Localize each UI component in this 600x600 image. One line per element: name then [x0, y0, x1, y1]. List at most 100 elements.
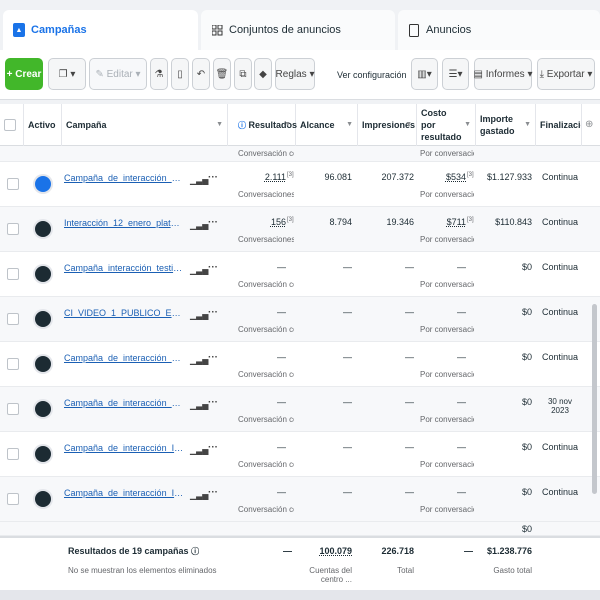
more-options-icon[interactable]: ···	[208, 397, 218, 408]
col-campaign[interactable]: Campaña ▼	[62, 104, 228, 146]
add-column-icon[interactable]: ⊕	[585, 119, 593, 130]
bar-chart-icon[interactable]: ▁▃▅	[190, 491, 208, 500]
totals-row: Resultados de 19 campañas ⓘ No se muestr…	[0, 536, 600, 590]
campaign-name-link[interactable]: Campaña_de_interacción_Video_1_seg...	[64, 353, 184, 363]
select-all-checkbox[interactable]	[4, 119, 16, 131]
more-options-icon[interactable]: ···	[208, 442, 218, 453]
breakdown-icon: ☰	[448, 68, 458, 80]
clipboard-button[interactable]: ▯	[171, 58, 189, 90]
rules-button[interactable]: Reglas ▾	[275, 58, 315, 90]
active-toggle[interactable]	[33, 174, 53, 194]
bar-chart-icon[interactable]: ▁▃▅	[190, 446, 208, 455]
bar-chart-icon[interactable]: ▁▃▅	[190, 221, 208, 230]
col-reach[interactable]: Alcance ▼	[296, 104, 358, 146]
active-toggle[interactable]	[33, 489, 53, 509]
delete-button[interactable]: 🗑	[213, 58, 231, 90]
select-all[interactable]	[0, 104, 24, 146]
row-checkbox[interactable]	[7, 448, 19, 460]
export-button[interactable]: ⤓ Exportar ▾	[537, 58, 595, 90]
active-toggle[interactable]	[33, 309, 53, 329]
table-row[interactable]: Campaña_interacción_testimonio_Daniel...…	[0, 252, 600, 297]
table-row[interactable]: Campaña_de_interacción_Imagen_2_seg... ▁▃…	[0, 477, 600, 522]
more-options-icon[interactable]: ···	[208, 217, 218, 228]
bar-chart-icon[interactable]: ▁▃▅	[190, 176, 208, 185]
reach-value: —	[343, 397, 352, 407]
breakdown-button[interactable]: ☰ ▾	[442, 58, 469, 90]
duplicate-button[interactable]: ❐ ▾	[48, 58, 86, 90]
campaign-name-link[interactable]: CI_VIDEO_1_PUBLICO_ESPECIFICO_18_...	[64, 308, 184, 318]
active-toggle[interactable]	[33, 219, 53, 239]
results-value: —	[277, 307, 286, 317]
row-checkbox[interactable]	[7, 493, 19, 505]
row-checkbox[interactable]	[7, 313, 19, 325]
campaign-name-link[interactable]: Campaña_interacción_testimonio_Daniel...	[64, 263, 184, 273]
flask-icon: ⚗	[154, 68, 164, 80]
more-options-icon[interactable]: ···	[208, 262, 218, 273]
preview-button[interactable]: ⧉	[234, 58, 252, 90]
table-row[interactable]: Campaña_de_interacción_segmentación... ▁▃…	[0, 162, 600, 207]
table-row[interactable]: Campaña_de_interacción_Video_1_seg... ▁▃▅…	[0, 387, 600, 432]
row-checkbox[interactable]	[7, 358, 19, 370]
col-active[interactable]: Activo	[24, 104, 62, 146]
bar-chart-icon[interactable]: ▁▃▅	[190, 356, 208, 365]
table-row[interactable]: Campaña_de_interacción_Imagen_2_seg... ▁▃…	[0, 432, 600, 477]
bar-chart-icon[interactable]: ▁▃▅	[190, 266, 208, 275]
col-end[interactable]: Finalizació	[536, 104, 582, 146]
row-checkbox[interactable]	[7, 223, 19, 235]
columns-button[interactable]: ▥ ▾	[411, 58, 438, 90]
tag-button[interactable]: ◆	[254, 58, 272, 90]
table-row[interactable]: CI_VIDEO_1_PUBLICO_ESPECIFICO_18_... ▁▃▅·…	[0, 297, 600, 342]
col-amount-spent[interactable]: Importe gastado ▼	[476, 104, 536, 146]
reach-value: —	[343, 487, 352, 497]
more-options-icon[interactable]: ···	[208, 307, 218, 318]
campaign-name-link[interactable]: Interacción_12_enero_plataforma_mi_de...	[64, 218, 184, 228]
horizontal-scrollbar[interactable]	[0, 590, 600, 600]
col-impressions[interactable]: Impresiones ▼	[358, 104, 417, 146]
tab-ad-sets[interactable]: Conjuntos de anuncios	[201, 10, 395, 50]
active-toggle[interactable]	[33, 354, 53, 374]
more-options-icon[interactable]: ···	[208, 172, 218, 183]
results-value[interactable]: 156	[234, 217, 286, 227]
impressions-value: —	[405, 397, 414, 407]
cost-subtext: Por conversación co...	[420, 505, 474, 514]
results-value[interactable]: 2.111	[234, 172, 286, 182]
vertical-scrollbar[interactable]	[592, 304, 597, 494]
more-options-icon[interactable]: ···	[208, 352, 218, 363]
row-checkbox[interactable]	[7, 178, 19, 190]
reports-button[interactable]: ▤ Informes ▾	[474, 58, 532, 90]
bar-chart-icon[interactable]: ▁▃▅	[190, 311, 208, 320]
campaign-name-link[interactable]: Campaña_de_interacción_Imagen_2_seg...	[64, 443, 184, 453]
undo-button[interactable]: ↶	[192, 58, 210, 90]
undo-icon: ↶	[196, 68, 206, 80]
campaigns-table: Activo Campaña ▼ ⓘ Resultados ▼ Alcance ▼ I…	[0, 104, 600, 536]
footnote-marker: [3]	[287, 217, 294, 223]
col-results[interactable]: ⓘ Resultados ▼	[234, 104, 297, 146]
cost-value[interactable]: $711	[417, 217, 466, 227]
campaign-name-link[interactable]: Campaña_de_interacción_segmentación...	[64, 173, 184, 183]
table-row[interactable]: Interacción_12_enero_plataforma_mi_de...…	[0, 207, 600, 252]
edit-button[interactable]: ✎ Editar ▾	[89, 58, 147, 90]
tab-ads[interactable]: Anuncios	[398, 10, 600, 50]
end-value: Continua	[541, 352, 579, 362]
col-cost-per-result[interactable]: Costo por resultado ▼	[417, 104, 476, 146]
active-toggle[interactable]	[33, 264, 53, 284]
bar-chart-icon[interactable]: ▁▃▅	[190, 401, 208, 410]
active-toggle[interactable]	[33, 444, 53, 464]
impressions-value: —	[405, 352, 414, 362]
tab-campaigns[interactable]: ▲ Campañas	[3, 10, 198, 50]
results-subtext: Conversación con ...	[238, 280, 294, 289]
active-toggle[interactable]	[33, 399, 53, 419]
row-checkbox[interactable]	[7, 403, 19, 415]
ab-test-button[interactable]: ⚗	[150, 58, 168, 90]
more-options-icon[interactable]: ···	[208, 487, 218, 498]
results-subtext: Conversación con ...	[238, 460, 294, 469]
campaign-name-link[interactable]: Campaña_de_interacción_Imagen_2_seg...	[64, 488, 184, 498]
cost-subtext: Por conversación co...	[420, 280, 474, 289]
spent-value: $0	[521, 262, 532, 272]
row-checkbox[interactable]	[7, 268, 19, 280]
campaign-name-link[interactable]: Campaña_de_interacción_Video_1_seg...	[64, 398, 184, 408]
table-row[interactable]: Campaña_de_interacción_Video_1_seg... ▁▃▅…	[0, 342, 600, 387]
create-button[interactable]: + Crear	[5, 58, 43, 90]
cost-value[interactable]: $534	[417, 172, 466, 182]
report-icon: ▤	[473, 68, 483, 80]
